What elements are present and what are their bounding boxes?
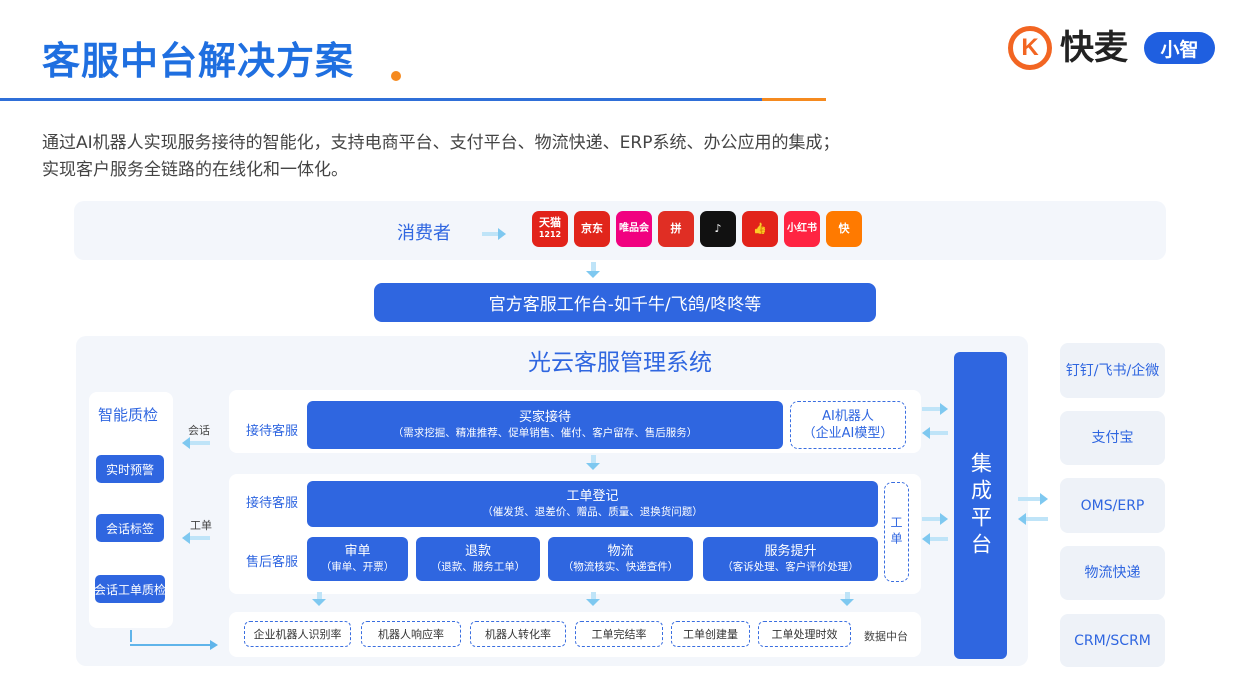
- consumer-label: 消费者: [397, 223, 451, 244]
- arrow-down-icon: [312, 592, 326, 606]
- app-icon-row: 天猫 1212 京东 唯品会拼 ♪ 👍 小红书快: [532, 211, 862, 247]
- tmall-icon: 天猫 1212: [532, 211, 568, 247]
- arrow-down-icon: [586, 592, 600, 606]
- external-oms-erp: OMS/ERP: [1060, 478, 1165, 533]
- kuaishou-like-icon: 👍: [742, 211, 778, 247]
- row2-label: 接待客服: [246, 496, 299, 511]
- buyer-reception-title: 买家接待: [518, 409, 571, 425]
- arrow-left-icon: [922, 427, 948, 439]
- ai-robot-title: AI机器人: [822, 409, 874, 424]
- ticket-arrow-icon: [182, 532, 210, 544]
- metric-robot-response: 机器人响应率: [361, 621, 461, 647]
- ticket-register-desc: （催发货、退差价、赠品、质量、退换货问题）: [482, 505, 703, 518]
- workbench-bar: 官方客服工作台-如千牛/飞鸽/咚咚等: [374, 283, 876, 322]
- arrow-right-icon: [1018, 493, 1048, 505]
- session-label: 会话: [188, 424, 210, 437]
- connector-arrow-icon: [130, 640, 218, 650]
- system-title: 光云客服管理系统: [528, 350, 712, 376]
- ai-robot-desc: （企业AI模型）: [802, 426, 894, 441]
- row1-label: 接待客服: [246, 424, 299, 439]
- arrow-down-icon: [586, 455, 600, 470]
- external-dingtalk-feishu: 钉钉/飞书/企微: [1060, 343, 1165, 398]
- kuaimai-logo-icon: K: [1008, 26, 1052, 70]
- vipshop-icon: 唯品会: [616, 211, 652, 247]
- arrow-down-icon: [840, 592, 854, 606]
- metric-ticket-time: 工单处理时效: [758, 621, 851, 647]
- pinduoduo-icon: 拼: [658, 211, 694, 247]
- arrow-left-icon: [922, 533, 948, 545]
- arrow-left-icon: [1018, 513, 1048, 525]
- ticket-side-box: 工单: [884, 482, 909, 582]
- integration-platform-label: 集成平台: [968, 451, 993, 560]
- audit-box: 审单 （审单、开票）: [307, 537, 408, 581]
- jd-icon: 京东: [574, 211, 610, 247]
- quality-item-realtime-alert: 实时预警: [96, 455, 164, 483]
- row3-label: 售后客服: [246, 555, 299, 570]
- external-alipay: 支付宝: [1060, 411, 1165, 465]
- arrow-right-icon: [922, 403, 948, 415]
- quality-item-ticket-check: 会话工单质检: [94, 575, 166, 603]
- logo-text: 快麦: [1060, 28, 1128, 68]
- ticket-register-box: 工单登记 （催发货、退差价、赠品、质量、退换货问题）: [307, 481, 878, 527]
- buyer-reception-box: 买家接待 （需求挖掘、精准推荐、促单销售、催付、客户留存、售后服务）: [307, 401, 783, 449]
- page-title: 客服中台解决方案: [42, 39, 355, 83]
- quality-title: 智能质检: [98, 406, 159, 424]
- metric-ticket-created: 工单创建量: [671, 621, 750, 647]
- metric-robot-recognition: 企业机器人识别率: [244, 621, 351, 647]
- integration-platform-bar: 集成平台: [954, 352, 1007, 659]
- logo-badge: 小智: [1144, 32, 1215, 64]
- xiaohongshu-icon: 小红书: [784, 211, 820, 247]
- title-underline: [0, 98, 762, 101]
- description-line-1: 通过AI机器人实现服务接待的智能化，支持电商平台、支付平台、物流快递、ERP系统…: [42, 133, 840, 153]
- arrow-right-icon: [922, 513, 948, 525]
- session-arrow-icon: [182, 437, 210, 449]
- metric-robot-conversion: 机器人转化率: [470, 621, 566, 647]
- quality-item-session-tag: 会话标签: [96, 514, 164, 542]
- buyer-reception-desc: （需求挖掘、精准推荐、促单销售、催付、客户留存、售后服务）: [392, 426, 698, 439]
- description-line-2: 实现客户服务全链路的在线化和一体化。: [42, 160, 348, 180]
- data-platform-label: 数据中台: [864, 630, 908, 643]
- refund-box: 退款 （退款、服务工单）: [416, 537, 540, 581]
- consumer-arrow-icon: [482, 228, 506, 240]
- kuaishou-icon: 快: [826, 211, 862, 247]
- title-dot: [391, 71, 401, 81]
- ticket-label: 工单: [190, 519, 212, 532]
- service-improve-box: 服务提升 （客诉处理、客户评价处理）: [703, 537, 878, 581]
- douyin-icon: ♪: [700, 211, 736, 247]
- ai-robot-box: AI机器人 （企业AI模型）: [790, 401, 906, 449]
- metric-ticket-completion: 工单完结率: [575, 621, 663, 647]
- logistics-box: 物流 （物流核实、快递查件）: [548, 537, 693, 581]
- ticket-register-title: 工单登记: [566, 488, 619, 504]
- title-underline-accent: [762, 98, 826, 101]
- workbench-label: 官方客服工作台-如千牛/飞鸽/咚咚等: [488, 295, 762, 315]
- external-logistics: 物流快递: [1060, 546, 1165, 600]
- arrow-down-icon: [586, 262, 600, 278]
- external-crm-scrm: CRM/SCRM: [1060, 614, 1165, 667]
